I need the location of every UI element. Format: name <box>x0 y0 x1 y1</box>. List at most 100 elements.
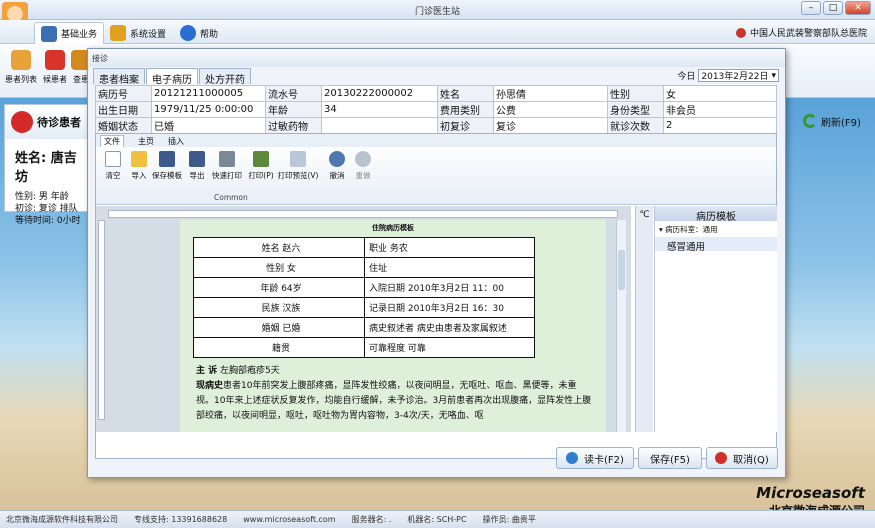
refresh-icon <box>803 114 817 128</box>
info-value: 已婚 <box>151 117 266 134</box>
status-server: 服务器名: . <box>351 515 392 524</box>
waiting-patient-panel: 待诊患者 姓名: 唐吉坊 性别: 男 年龄 初诊: 复诊 排队 等待时间: 0小… <box>4 104 90 226</box>
tool-label: 打印(P) <box>248 171 274 180</box>
editor-tab-insert[interactable]: 插入 <box>168 136 184 147</box>
save-button[interactable]: 保存(F5) <box>638 447 702 469</box>
refresh-button[interactable]: 刷新(F9) <box>803 110 869 132</box>
cancel-button[interactable]: 取消(Q) <box>706 447 778 469</box>
ribbon-patient-list[interactable]: 患者列表 <box>4 50 38 85</box>
scrollbar-thumb[interactable] <box>618 250 625 290</box>
record-cell[interactable]: 病史叙述者 病史由患者及家属叙述 <box>364 317 535 338</box>
record-cell[interactable]: 住址 <box>364 257 535 278</box>
emr-editor: 文件 主页 插入 清空 导入 保存模板 导出 快速打印 打印(P) 打印预览(V… <box>95 133 777 459</box>
info-value: 复诊 <box>493 117 608 134</box>
status-machine: 机器名: SCH-PC <box>407 515 467 524</box>
document-scrollbar[interactable] <box>616 220 626 432</box>
record-table: 姓名 赵六 职业 务农 性别 女 住址 年龄 64岁 入院日期 2010年3月2… <box>193 237 535 358</box>
menu-system-settings[interactable]: 系统设置 <box>104 22 172 44</box>
info-label: 身份类型 <box>607 101 664 118</box>
editor-tab-file[interactable]: 文件 <box>100 135 124 147</box>
tool-print-button[interactable]: 打印(P) <box>244 151 278 181</box>
tool-label: 导出 <box>189 171 205 180</box>
status-operator: 操作员: 曲贵平 <box>482 515 536 524</box>
tab-patient-record[interactable]: 患者档案 <box>93 68 145 86</box>
record-cell[interactable]: 婚姻 已婚 <box>193 317 365 338</box>
menu-label: 帮助 <box>200 29 219 40</box>
record-cell[interactable]: 民族 汉族 <box>193 297 365 318</box>
info-label: 病历号 <box>95 85 152 102</box>
info-label: 年龄 <box>265 101 322 118</box>
record-cell[interactable]: 职业 务农 <box>364 237 535 258</box>
chief-label: 主 诉 <box>196 366 218 376</box>
patient-icon <box>11 111 33 133</box>
chevron-down-icon[interactable]: ▾ <box>771 71 776 81</box>
tool-export-button[interactable]: 导出 <box>180 151 214 181</box>
new-badge-icon <box>45 50 65 70</box>
clear-icon <box>105 151 121 167</box>
today-date: 今日 2013年2月22日 ▾ <box>677 69 779 82</box>
read-card-button[interactable]: 读卡(F2) <box>556 447 634 469</box>
editor-tab-home[interactable]: 主页 <box>138 136 154 147</box>
date-picker[interactable]: 2013年2月22日 ▾ <box>698 69 779 82</box>
tool-label: 打印预览(V) <box>277 171 319 180</box>
info-value <box>321 117 438 134</box>
tree-expand-icon[interactable]: ▾ <box>659 225 663 234</box>
patient-list-icon <box>11 50 31 70</box>
record-cell[interactable]: 籍贯 <box>193 337 365 358</box>
folder-open-icon <box>131 151 147 167</box>
template-item[interactable]: 感冒通用 <box>655 237 777 253</box>
template-panel-title: 病历模板 <box>655 206 777 223</box>
tool-redo-button[interactable]: 重做 <box>346 151 380 181</box>
info-value: 公费 <box>493 101 608 118</box>
record-cell[interactable]: 可靠程度 可靠 <box>364 337 535 358</box>
chief-text: 左胸部疱疹5天 <box>220 366 280 376</box>
record-cell[interactable]: 姓名 赵六 <box>193 237 365 258</box>
patient-info-table: 病历号 20121211000005 流水号 20130222000002 姓名… <box>95 85 777 134</box>
template-side-tab[interactable]: ℃ <box>635 206 653 432</box>
minimize-icon[interactable]: – <box>801 1 821 15</box>
record-cell[interactable]: 年龄 64岁 <box>193 277 365 298</box>
close-icon[interactable]: ✕ <box>845 1 871 15</box>
info-label: 过敏药物 <box>265 117 322 134</box>
maximize-icon[interactable]: □ <box>823 1 843 15</box>
patient-name: 姓名: 唐吉坊 <box>15 151 77 185</box>
house-icon <box>41 25 57 42</box>
dialog-tabs: 患者档案 电子病历 处方开药 <box>93 68 252 86</box>
tab-emr[interactable]: 电子病历 <box>146 68 198 86</box>
org-label: 中国人民武装警察部队总医院 <box>749 29 867 39</box>
info-label: 就诊次数 <box>607 117 664 134</box>
record-row: 姓名 赵六 职业 务农 <box>193 237 535 258</box>
menu-help[interactable]: 帮助 <box>174 22 224 44</box>
tool-quick-print-button[interactable]: 快速打印 <box>210 151 244 181</box>
cancel-icon <box>715 452 728 464</box>
window-controls: – □ ✕ <box>801 1 871 15</box>
patient-wait-time: 等待时间: 0小时 <box>15 216 81 226</box>
record-cell[interactable]: 性别 女 <box>193 257 365 278</box>
info-label: 性别 <box>607 85 664 102</box>
menu-basic-business[interactable]: 基础业务 <box>34 22 105 44</box>
status-company: 北京微海成源软件科技有限公司 <box>6 515 118 524</box>
record-cell[interactable]: 记录日期 2010年3月2日 16：30 <box>364 297 535 318</box>
chief-complaint: 主 诉 左胸部疱疹5天 <box>196 364 592 379</box>
tool-save-template-button[interactable]: 保存模板 <box>150 151 184 181</box>
template-group[interactable]: ▾ 病历科室：通用 <box>655 221 777 235</box>
cancel-label: 取消(Q) <box>733 454 769 466</box>
history-text: 患者10年前突发上腹部疼痛，显阵发性绞痛，以夜间明显，无呕吐、呕血、黑便等，未重… <box>196 381 592 421</box>
refresh-label: 刷新(F9) <box>821 117 861 129</box>
patient-visit: 初诊: 复诊 排队 <box>15 204 78 214</box>
record-cell[interactable]: 入院日期 2010年3月2日 11：00 <box>364 277 535 298</box>
menubar: 基础业务 系统设置 帮助 中国人民武装警察部队总医院 <box>0 20 875 44</box>
info-value: 34 <box>321 101 438 118</box>
info-value: 1979/11/25 0:00:00 <box>151 101 266 118</box>
tool-label: 导入 <box>131 171 147 180</box>
tab-prescription[interactable]: 处方开药 <box>199 68 251 86</box>
record-row: 婚姻 已婚 病史叙述者 病史由患者及家属叙述 <box>193 317 535 338</box>
horizontal-ruler <box>108 210 618 218</box>
org-logo-icon <box>735 27 746 38</box>
document-page[interactable]: 住院病历模板 姓名 赵六 职业 务农 性别 女 住址 年龄 64岁 入院日期 2… <box>180 220 606 432</box>
status-website: www.microseasoft.com <box>243 515 336 524</box>
document-body[interactable]: 主 诉 左胸部疱疹5天 现病史患者10年前突发上腹部疼痛，显阵发性绞痛，以夜间明… <box>180 358 606 424</box>
gear-icon <box>110 25 126 41</box>
info-label: 流水号 <box>265 85 322 102</box>
tool-print-preview-button[interactable]: 打印预览(V) <box>276 151 320 181</box>
